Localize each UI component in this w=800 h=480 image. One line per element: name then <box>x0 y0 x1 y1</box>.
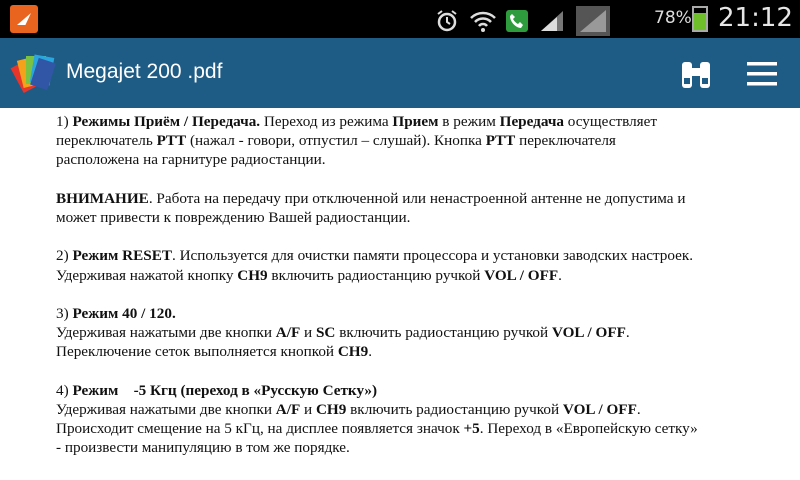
paragraph-warning: ВНИМАНИЕ. Работа на передачу при отключе… <box>56 189 776 227</box>
text-run: переключатель <box>56 132 157 150</box>
text-run: . <box>625 324 630 342</box>
item-number: 3) <box>56 304 69 322</box>
binoculars-icon <box>682 62 710 88</box>
text-line: может привести к повреждению Вашей радио… <box>56 209 411 226</box>
status-icons <box>434 6 610 36</box>
paragraph-heading: Режимы Приём / Передача. <box>72 113 261 130</box>
find-button[interactable] <box>674 52 718 96</box>
app-toolbar: Megajet 200 .pdf <box>0 38 800 108</box>
bold-term: Прием <box>392 113 439 130</box>
text-run: Удерживая нажатой кнопку <box>56 266 238 284</box>
text-run: Удерживая нажатыми две кнопки <box>56 400 276 418</box>
text-run: включить радиостанцию ручкой <box>335 324 552 342</box>
text-line: расположена на гарнитуре радиостанции. <box>56 151 326 169</box>
text-line: Удерживая нажатыми две кнопки A/F и CH9 … <box>56 400 776 419</box>
text-line: 4) Режим -5 Кгц (переход в «Русскую Сетк… <box>56 381 776 400</box>
text-run: . Работа на передачу при отключенной или… <box>148 189 686 207</box>
paragraph-reset: 2) Режим RESET. Используется для очистки… <box>56 246 776 284</box>
status-bar: 78% 21:12 <box>0 0 800 38</box>
call-icon <box>506 10 528 32</box>
paragraph-heading: Режим RESET <box>72 247 172 265</box>
text-line: Происходит смещение на 5 кГц, на дисплее… <box>56 419 776 438</box>
signal-icon <box>538 8 566 34</box>
paragraph-heading: Режим -5 Кгц (переход в «Русскую Сетку») <box>72 381 378 399</box>
text-run: осуществляет <box>564 113 658 130</box>
paragraph-heading: Режим 40 / 120. <box>72 304 176 322</box>
item-number: 4) <box>56 381 69 399</box>
bold-term: CH9 <box>337 343 369 361</box>
document-text: 1) Режимы Приём / Передача. Переход из р… <box>56 112 776 477</box>
signal-icon-2 <box>576 6 610 36</box>
text-run: . Переход в «Европейскую сетку» <box>479 420 698 438</box>
text-run: . <box>558 266 562 284</box>
document-title: Megajet 200 .pdf <box>66 60 223 83</box>
paragraph-40-120: 3) Режим 40 / 120. Удерживая нажатыми дв… <box>56 304 776 362</box>
paragraph-minus-5khz: 4) Режим -5 Кгц (переход в «Русскую Сетк… <box>56 381 776 458</box>
text-line: 2) Режим RESET. Используется для очистки… <box>56 246 776 265</box>
menu-icon <box>747 62 777 86</box>
bold-term: +5 <box>463 420 480 438</box>
text-run: переключателя <box>515 132 616 150</box>
text-run: . <box>636 400 641 418</box>
text-run: включить радиостанцию ручкой <box>267 266 485 284</box>
alarm-icon <box>434 8 460 34</box>
battery-percent: 78% <box>654 8 692 28</box>
item-number: 1) <box>56 113 69 130</box>
item-number: 2) <box>56 247 69 265</box>
text-line: 1) Режимы Приём / Передача. Переход из р… <box>56 112 776 131</box>
bold-term: CH9 <box>315 400 347 418</box>
text-line: Удерживая нажатой кнопку CH9 включить ра… <box>56 266 776 285</box>
text-run: и <box>300 324 316 342</box>
battery-icon <box>692 6 708 32</box>
text-run: Удерживая нажатыми две кнопки <box>56 324 276 342</box>
paragraph-modes-rx-tx: 1) Режимы Приём / Передача. Переход из р… <box>56 112 776 170</box>
bold-term: A/F <box>275 324 301 342</box>
text-run: . <box>368 343 373 361</box>
paragraph-heading: ВНИМАНИЕ <box>56 189 149 207</box>
bold-term: CH9 <box>237 266 268 284</box>
clock: 21:12 <box>718 3 793 33</box>
bold-term: SC <box>315 324 336 342</box>
text-run: включить радиостанцию ручкой <box>346 400 563 418</box>
wifi-icon <box>470 8 496 34</box>
bold-term: Передача <box>499 113 564 130</box>
text-run: и <box>300 400 316 418</box>
text-line: - произвести манипуляцию в том же порядк… <box>56 439 350 457</box>
text-run: Переход из режима <box>260 113 393 130</box>
text-line: переключатель PTT (нажал - говори, отпус… <box>56 131 776 150</box>
menu-button[interactable] <box>740 52 784 96</box>
bold-term: VOL / OFF <box>484 266 559 284</box>
text-line: ВНИМАНИЕ. Работа на передачу при отключе… <box>56 189 776 208</box>
bold-term: VOL / OFF <box>562 400 637 418</box>
text-run: Происходит смещение на 5 кГц, на дисплее… <box>56 420 464 438</box>
text-run: . Используется для очистки памяти процес… <box>171 247 694 265</box>
pdf-document-view[interactable]: 1) Режимы Приём / Передача. Переход из р… <box>0 108 800 480</box>
bold-term: A/F <box>275 400 301 418</box>
text-run: в режим <box>438 113 500 130</box>
polaris-logo-icon[interactable] <box>8 48 58 98</box>
bold-term: PTT <box>156 132 187 150</box>
text-line: Переключение сеток выполняется кнопкой C… <box>56 342 776 361</box>
bold-term: VOL / OFF <box>551 324 626 342</box>
text-run: Переключение сеток выполняется кнопкой <box>56 343 338 361</box>
text-line: 3) Режим 40 / 120. <box>56 304 776 323</box>
text-run: (нажал - говори, отпустил – слушай). Кно… <box>186 132 486 150</box>
notification-app-icon[interactable] <box>10 5 38 33</box>
text-line: Удерживая нажатыми две кнопки A/F и SC в… <box>56 323 776 342</box>
bold-term: PTT <box>485 132 516 150</box>
